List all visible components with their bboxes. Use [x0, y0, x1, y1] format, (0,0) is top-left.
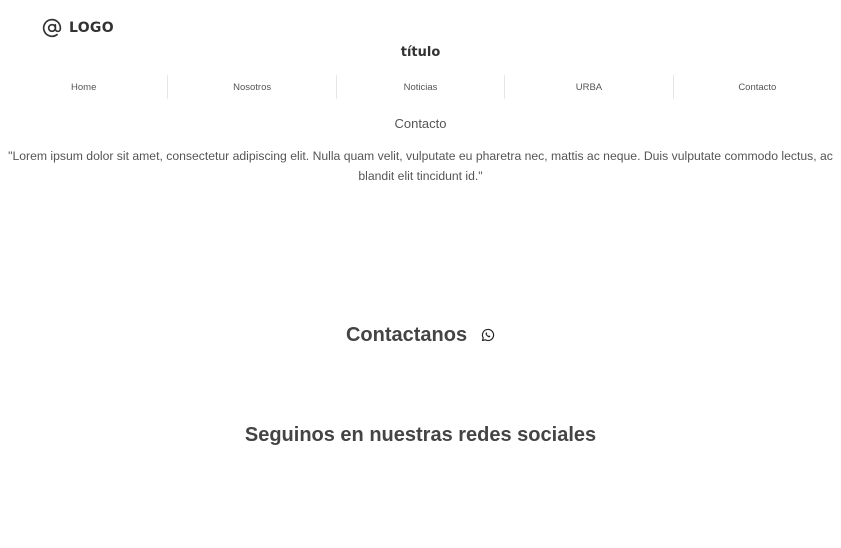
- logo[interactable]: LOGO: [42, 16, 114, 40]
- contact-title: Contactanos: [345, 323, 468, 346]
- site-title: título: [400, 45, 441, 60]
- nav-item-home[interactable]: Home: [0, 75, 167, 99]
- nav-item-noticias[interactable]: Noticias: [335, 75, 504, 99]
- nav-item-nosotros[interactable]: Nosotros: [167, 75, 335, 99]
- main-nav: Home Nosotros Noticias URBA Contacto: [0, 75, 841, 99]
- whatsapp-icon[interactable]: [481, 328, 495, 342]
- contact-section: Contactanos: [0, 320, 841, 350]
- nav-item-urba[interactable]: URBA: [504, 75, 672, 99]
- page-heading: Contacto: [394, 116, 447, 131]
- at-sign-icon: [42, 18, 62, 38]
- nav-item-contacto[interactable]: Contacto: [672, 75, 841, 99]
- social-title: Seguinos en nuestras redes sociales: [244, 424, 597, 446]
- logo-text: LOGO: [69, 20, 114, 36]
- intro-text: "Lorem ipsum dolor sit amet, consectetur…: [8, 149, 833, 183]
